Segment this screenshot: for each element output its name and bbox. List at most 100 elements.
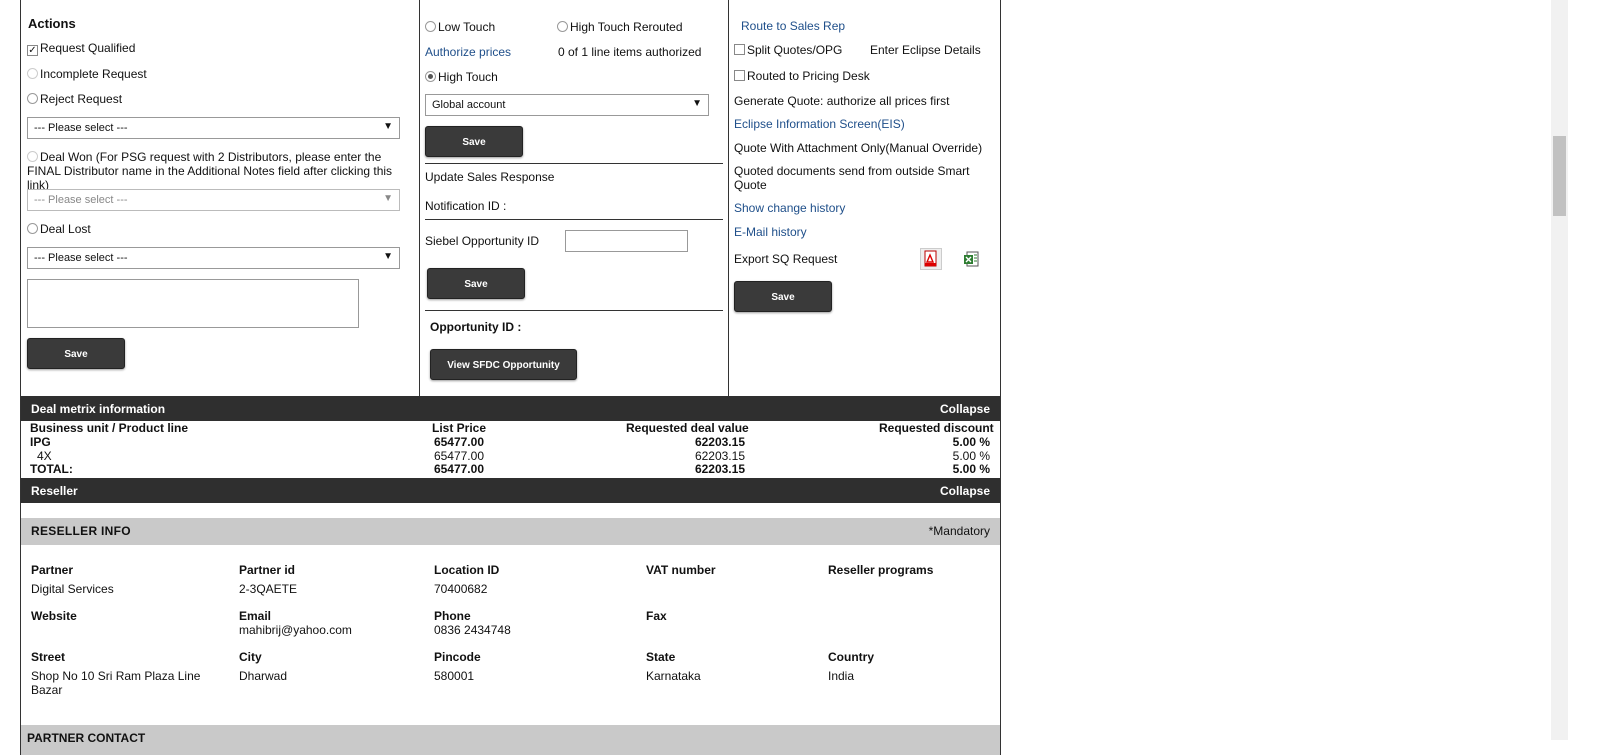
vertical-scrollbar[interactable] xyxy=(1551,0,1568,740)
city-value: Dharwad xyxy=(239,669,288,683)
phone-label: Phone xyxy=(434,609,471,623)
request-qualified-option[interactable]: ✓ Request Qualified xyxy=(27,41,135,56)
show-change-history-link[interactable]: Show change history xyxy=(734,201,845,215)
website-label: Website xyxy=(31,609,77,623)
reject-reason-value: --- Please select --- xyxy=(34,122,128,134)
email-value: mahibrij@yahoo.com xyxy=(239,623,352,637)
email-label: Email xyxy=(239,609,272,623)
opportunity-id-label: Opportunity ID : xyxy=(430,320,522,334)
checkbox-icon[interactable] xyxy=(734,44,745,55)
table-row-name: TOTAL: xyxy=(30,462,73,476)
column-divider xyxy=(419,0,420,396)
high-touch-rerouted-label: High Touch Rerouted xyxy=(570,20,683,34)
generate-quote-text: Generate Quote: authorize all prices fir… xyxy=(734,94,950,108)
authorize-prices-link[interactable]: Authorize prices xyxy=(425,45,511,59)
mandatory-note: *Mandatory xyxy=(928,524,990,538)
state-value: Karnataka xyxy=(646,669,701,683)
partner-id-label: Partner id xyxy=(239,563,296,577)
view-sfdc-opportunity-button[interactable]: View SFDC Opportunity xyxy=(430,349,577,380)
table-row-list-price: 65477.00 xyxy=(433,435,484,449)
touch-save-button[interactable]: Save xyxy=(425,126,523,157)
col-header-business-unit: Business unit / Product line xyxy=(30,421,189,435)
route-to-sales-rep-link[interactable]: Route to Sales Rep xyxy=(741,19,845,33)
pincode-value: 580001 xyxy=(434,669,475,683)
col-header-list-price: List Price xyxy=(432,421,487,435)
siebel-save-button[interactable]: Save xyxy=(427,268,525,299)
pdf-export-icon[interactable] xyxy=(920,248,942,270)
country-label: Country xyxy=(828,650,874,664)
deal-metrix-collapse[interactable]: Collapse xyxy=(940,402,990,416)
email-history-link[interactable]: E-Mail history xyxy=(734,225,807,239)
radio-icon[interactable] xyxy=(27,223,38,234)
deal-won-select[interactable]: --- Please select --- ▼ xyxy=(27,189,400,211)
radio-icon[interactable] xyxy=(557,21,568,32)
reject-request-label: Reject Request xyxy=(40,92,123,106)
deal-lost-select[interactable]: --- Please select --- ▼ xyxy=(27,247,400,269)
divider xyxy=(425,219,723,220)
location-id-label: Location ID xyxy=(434,563,500,577)
fax-label: Fax xyxy=(646,609,667,623)
column-divider xyxy=(728,0,729,396)
radio-icon[interactable] xyxy=(27,68,38,79)
reseller-header[interactable]: Reseller Collapse xyxy=(21,478,1000,503)
notes-textarea[interactable] xyxy=(27,279,359,328)
street-label: Street xyxy=(31,650,66,664)
enter-eclipse-details[interactable]: Enter Eclipse Details xyxy=(870,43,981,57)
table-row-discount: 5.00 % xyxy=(952,462,990,476)
radio-icon[interactable] xyxy=(27,151,38,162)
incomplete-request-option[interactable]: Incomplete Request xyxy=(27,67,147,81)
low-touch-option[interactable]: Low Touch xyxy=(425,20,495,34)
account-select-value: Global account xyxy=(432,99,506,111)
request-qualified-label: Request Qualified xyxy=(40,41,136,55)
notification-id-label: Notification ID : xyxy=(425,199,507,213)
high-touch-option[interactable]: High Touch xyxy=(425,70,498,84)
update-sales-response: Update Sales Response xyxy=(425,170,555,184)
checkbox-icon[interactable] xyxy=(734,70,745,81)
low-touch-label: Low Touch xyxy=(438,20,496,34)
radio-icon[interactable] xyxy=(27,93,38,104)
dropdown-arrow-icon: ▼ xyxy=(692,98,702,109)
scrollbar-thumb[interactable] xyxy=(1553,136,1566,216)
export-sq-request-label: Export SQ Request xyxy=(734,252,838,266)
siebel-opportunity-input[interactable] xyxy=(565,230,688,252)
excel-export-icon[interactable] xyxy=(962,250,982,270)
reject-request-option[interactable]: Reject Request xyxy=(27,92,122,106)
reseller-title: Reseller xyxy=(31,484,78,498)
city-label: City xyxy=(239,650,262,664)
radio-icon[interactable] xyxy=(425,21,436,32)
reseller-programs-label: Reseller programs xyxy=(828,563,934,577)
eclipse-info-screen-link[interactable]: Eclipse Information Screen(EIS) xyxy=(734,117,905,131)
reseller-collapse[interactable]: Collapse xyxy=(940,484,990,498)
authorized-count: 0 of 1 line items authorized xyxy=(558,45,702,59)
table-row-deal-value: 62203.15 xyxy=(694,449,745,463)
table-row-list-price: 65477.00 xyxy=(433,462,484,476)
routed-pricing-desk-label: Routed to Pricing Desk xyxy=(747,69,870,83)
quoted-documents-text[interactable]: Quoted documents send from outside Smart… xyxy=(734,164,984,192)
routed-pricing-desk-option[interactable]: Routed to Pricing Desk xyxy=(734,69,870,83)
country-value: India xyxy=(828,669,855,683)
checkbox-checked-icon[interactable]: ✓ xyxy=(27,45,38,56)
divider xyxy=(425,310,723,311)
divider xyxy=(425,163,723,164)
table-row-list-price: 65477.00 xyxy=(433,449,484,463)
actions-title: Actions xyxy=(28,16,76,31)
reject-reason-select[interactable]: --- Please select --- ▼ xyxy=(27,117,400,139)
deal-metrix-header[interactable]: Deal metrix information Collapse xyxy=(21,396,1000,421)
account-select[interactable]: Global account ▼ xyxy=(425,94,709,116)
deal-won-value: --- Please select --- xyxy=(34,194,128,206)
quote-with-attachment[interactable]: Quote With Attachment Only(Manual Overri… xyxy=(734,141,982,155)
split-quotes-option[interactable]: Split Quotes/OPG xyxy=(734,43,842,57)
table-row-name: 4X xyxy=(37,449,52,463)
dropdown-arrow-icon: ▼ xyxy=(383,251,393,262)
deal-won-option[interactable]: Deal Won (For PSG request with 2 Distrib… xyxy=(27,150,417,192)
incomplete-request-label: Incomplete Request xyxy=(40,67,147,81)
deal-lost-option[interactable]: Deal Lost xyxy=(27,222,91,236)
actions-save-button[interactable]: Save xyxy=(27,338,125,369)
partner-contact-bar: PARTNER CONTACT xyxy=(21,725,1000,755)
radio-selected-icon[interactable] xyxy=(425,71,436,82)
vat-number-label: VAT number xyxy=(646,563,716,577)
high-touch-rerouted-option[interactable]: High Touch Rerouted xyxy=(557,20,683,34)
phone-value: 0836 2434748 xyxy=(434,623,511,637)
street-value: Shop No 10 Sri Ram Plaza Line Bazar xyxy=(31,669,201,697)
right-save-button[interactable]: Save xyxy=(734,281,832,312)
